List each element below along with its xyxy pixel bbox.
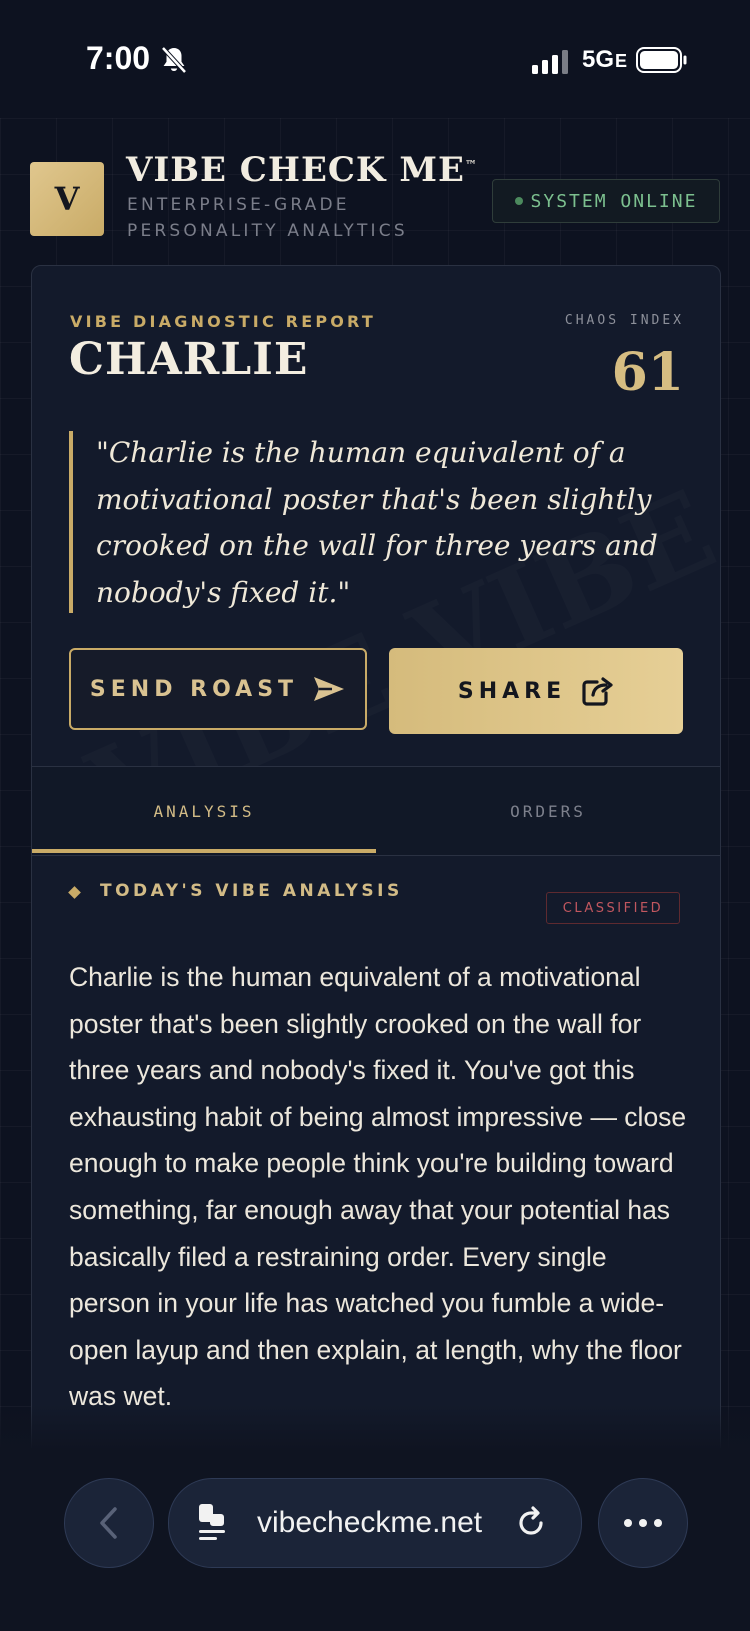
more-options-button[interactable]: [598, 1478, 688, 1568]
system-status-text: SYSTEM ONLINE: [530, 190, 698, 212]
paper-plane-icon: [314, 677, 345, 701]
send-roast-button[interactable]: SEND ROAST: [69, 648, 367, 730]
back-button[interactable]: [64, 1478, 154, 1568]
system-status-badge: SYSTEM ONLINE: [492, 179, 720, 223]
active-tab-indicator: [32, 849, 376, 853]
logo-letter: V: [54, 180, 80, 218]
reload-icon[interactable]: [514, 1506, 548, 1540]
logo[interactable]: V: [30, 162, 104, 236]
quote-accent-bar: [69, 431, 73, 613]
diamond-icon: [68, 886, 81, 899]
battery-icon: [636, 47, 687, 73]
chaos-index-label: CHAOS INDEX: [564, 313, 684, 328]
brand-text: VIBE CHECK ME: [126, 150, 465, 190]
network-type: 5G: [582, 46, 615, 73]
trademark: ™: [464, 158, 478, 172]
ellipsis-icon: [624, 1519, 662, 1527]
brand-tagline: ENTERPRISE-GRADE PERSONALITY ANALYTICS: [127, 195, 408, 241]
analysis-section-title: TODAY'S VIBE ANALYSIS: [100, 881, 403, 901]
brand-name: VIBE CHECK ME™: [126, 150, 478, 190]
network-suffix: E: [615, 51, 628, 71]
status-time: 7:00: [86, 40, 151, 76]
person-name: CHARLIE: [69, 334, 309, 385]
analysis-body: Charlie is the human equivalent of a mot…: [69, 962, 687, 1412]
page-menu-icon: [199, 1504, 225, 1540]
tab-analysis[interactable]: ANALYSIS: [32, 767, 376, 855]
status-dot-icon: [514, 197, 523, 205]
tab-bar: ANALYSIS ORDERS: [32, 767, 720, 856]
address-bar[interactable]: vibecheckme.net: [168, 1478, 582, 1568]
share-button[interactable]: SHARE: [389, 648, 683, 734]
classified-badge: CLASSIFIED: [546, 892, 680, 924]
report-card: VIBE VIBE VIBE DIAGNOSTIC REPORT CHARLIE…: [31, 265, 721, 1467]
cellular-signal-icon: [532, 50, 568, 74]
chevron-left-icon: [100, 1507, 117, 1539]
send-roast-label: SEND ROAST: [89, 676, 299, 702]
chaos-index-value: 61: [611, 342, 684, 403]
report-label: VIBE DIAGNOSTIC REPORT: [70, 312, 376, 331]
content-fade: [0, 1405, 750, 1450]
roast-quote: "Charlie is the human equivalent of a mo…: [96, 436, 658, 609]
bell-muted-icon: [161, 46, 187, 74]
url-text: vibecheckme.net: [257, 1506, 483, 1539]
share-icon: [582, 677, 613, 706]
status-bar: 7:00 5GE: [0, 0, 750, 118]
tab-orders[interactable]: ORDERS: [376, 767, 720, 855]
network-indicator: 5GE: [582, 46, 627, 74]
share-label: SHARE: [457, 678, 567, 704]
